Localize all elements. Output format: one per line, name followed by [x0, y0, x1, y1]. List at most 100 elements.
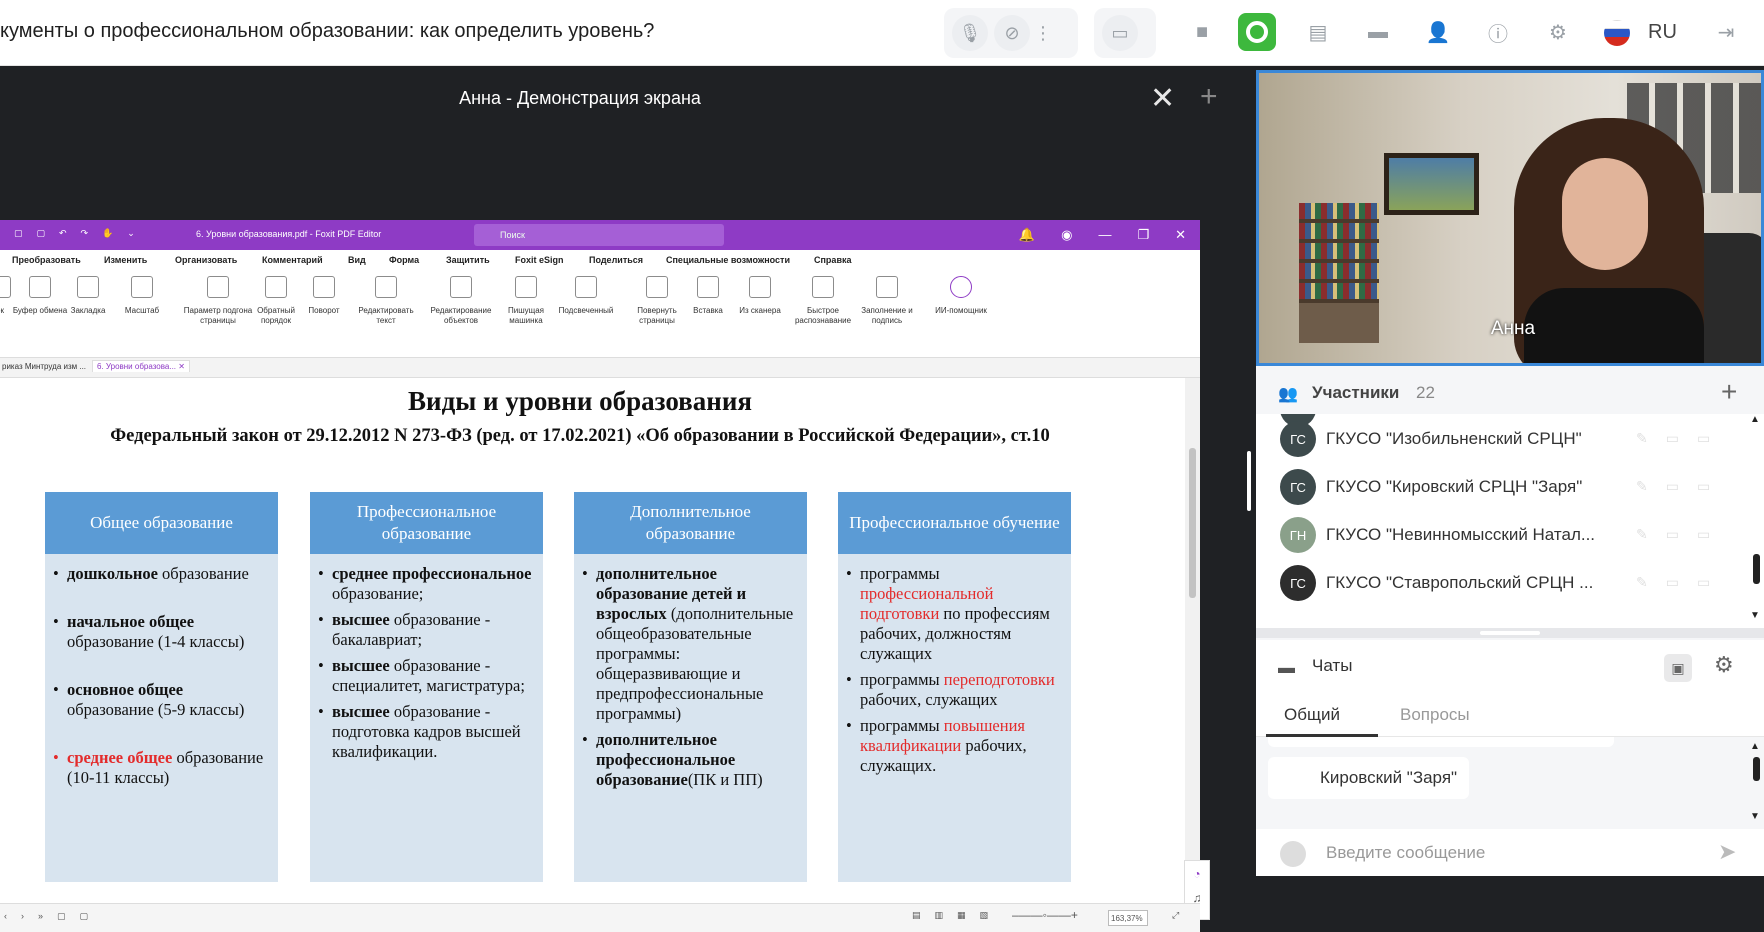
- right-panel: Анна 👥 Участники 22 + ГС ГКУСО "Изобильн…: [1256, 70, 1764, 876]
- user-settings-icon[interactable]: 👤: [1420, 14, 1456, 50]
- participants-count: 22: [1416, 383, 1435, 402]
- column-head: Общее образование: [45, 492, 278, 554]
- add-participant-icon[interactable]: +: [1721, 376, 1737, 408]
- ribbon-button[interactable]: Редактирование объектов: [426, 276, 496, 326]
- menu-item[interactable]: Foxit eSign: [515, 255, 564, 265]
- foxit-search-input[interactable]: Поиск: [474, 224, 724, 246]
- close-icon[interactable]: ✕: [1150, 84, 1175, 114]
- zoom-value[interactable]: 163,37%: [1108, 910, 1148, 926]
- folder-icon[interactable]: ▬: [1360, 14, 1396, 50]
- foxit-window: ▢▢↶↷✋⌄ 6. Уровни образования.pdf - Foxit…: [0, 220, 1210, 932]
- zoom-slider[interactable]: –——◦——+: [1012, 908, 1078, 922]
- more-options-icon[interactable]: ⋮: [1034, 15, 1052, 51]
- ribbon-button[interactable]: Поворот: [294, 276, 354, 316]
- scroll-up-icon[interactable]: ▲: [1750, 741, 1760, 752]
- doc-tab-active[interactable]: 6. Уровни образова... ✕: [92, 360, 190, 372]
- window-close-icon[interactable]: ✕: [1175, 227, 1186, 243]
- scroll-up-icon[interactable]: ▲: [1750, 414, 1760, 425]
- chat-input[interactable]: Введите сообщение: [1326, 843, 1485, 863]
- chat-scrollbar[interactable]: ▲ ▼: [1748, 737, 1764, 829]
- recording-button[interactable]: [1238, 13, 1276, 51]
- participant-status-icons: ✎▭▭: [1636, 478, 1729, 494]
- fullscreen-icon[interactable]: ⤢: [1172, 910, 1179, 921]
- chat-settings-icon[interactable]: ⚙: [1714, 652, 1734, 678]
- restore-icon[interactable]: ❐: [1137, 227, 1149, 243]
- column-head: Профессиональное образование: [310, 492, 543, 554]
- list-item[interactable]: ГС ГКУСО "Кировский СРЦН "Заря" ✎▭▭: [1256, 462, 1746, 510]
- zoom-icon: [131, 276, 153, 298]
- ribbon-button[interactable]: Быстрое распознавание: [788, 276, 858, 326]
- chat-export-icon[interactable]: ▣: [1664, 654, 1692, 682]
- ribbon-button[interactable]: Из сканера: [730, 276, 790, 316]
- notes-icon[interactable]: ▤: [1300, 14, 1336, 50]
- tab-general[interactable]: Общий: [1284, 705, 1340, 725]
- divider-handle[interactable]: [1480, 631, 1540, 635]
- tab-close-icon[interactable]: ✕: [178, 362, 185, 371]
- insert-icon: [697, 276, 719, 298]
- menu-item[interactable]: Преобразовать: [12, 255, 81, 265]
- scroll-down-icon[interactable]: ▼: [1750, 610, 1760, 621]
- scroll-down-icon[interactable]: ▼: [1750, 811, 1760, 822]
- pdf-page: Виды и уровни образования Федеральный за…: [0, 378, 1185, 903]
- microphone-off-icon[interactable]: 🎙: [952, 15, 988, 51]
- screen-share-off-icon[interactable]: ▭: [1102, 15, 1138, 51]
- splitter-handle[interactable]: [1247, 451, 1251, 511]
- stop-icon[interactable]: ■: [1184, 14, 1220, 50]
- camera-off-icon[interactable]: ⊘: [994, 15, 1030, 51]
- menu-item[interactable]: Вид: [348, 255, 366, 265]
- ribbon-button[interactable]: Закладка: [58, 276, 118, 316]
- minimize-icon[interactable]: —: [1098, 227, 1111, 243]
- menu-item[interactable]: Защитить: [446, 255, 490, 265]
- screen-share-area: Анна - Демонстрация экрана ✕ + ▢▢↶↷✋⌄ 6.…: [0, 70, 1242, 932]
- menu-item[interactable]: Справка: [814, 255, 851, 265]
- page-nav-icons[interactable]: ‹›»▢▢: [4, 911, 102, 922]
- foxit-status-bar: ‹›»▢▢ ▤▥▦▧ –——◦——+ 163,37% ⤢: [0, 903, 1200, 932]
- scroll-thumb[interactable]: [1189, 448, 1196, 598]
- gear-icon[interactable]: ⚙: [1540, 14, 1576, 50]
- pdf-scrollbar[interactable]: [1185, 378, 1200, 903]
- scroll-thumb[interactable]: [1753, 757, 1760, 781]
- foxit-ribbon: ок Буфер обмена Закладка Масштаб Парамет…: [0, 268, 1200, 358]
- menu-item[interactable]: Организовать: [175, 255, 237, 265]
- ai-chat-icon[interactable]: ◔: [1185, 867, 1209, 881]
- menu-item[interactable]: Поделиться: [589, 255, 643, 265]
- add-icon[interactable]: +: [1200, 80, 1218, 114]
- bookmark-icon: [77, 276, 99, 298]
- ribbon-button[interactable]: ИИ-помощник: [926, 276, 996, 316]
- participants-scrollbar[interactable]: ▲ ▼: [1748, 414, 1764, 628]
- scroll-thumb[interactable]: [1753, 554, 1760, 584]
- ribbon-button[interactable]: Редактировать текст: [356, 276, 416, 326]
- list-item[interactable]: ГС ГКУСО "Ставропольский СРЦН ... ✎▭▭: [1256, 558, 1746, 606]
- view-mode-icons[interactable]: ▤▥▦▧: [912, 910, 1002, 921]
- ribbon-button[interactable]: Пишущая машинка: [496, 276, 556, 326]
- bell-icon[interactable]: 🔔: [1019, 227, 1035, 243]
- info-icon[interactable]: ⓘ: [1480, 14, 1516, 50]
- exit-icon[interactable]: ⇥: [1708, 14, 1744, 50]
- doc-tab[interactable]: риказ Минтруда изм ...: [2, 362, 86, 371]
- ribbon-button[interactable]: Вставка: [678, 276, 738, 316]
- send-icon[interactable]: ➤: [1718, 839, 1736, 865]
- panel-divider[interactable]: [1256, 628, 1764, 638]
- menu-item[interactable]: Форма: [389, 255, 419, 265]
- emoji-icon[interactable]: [1280, 841, 1306, 867]
- ribbon-button[interactable]: Масштаб: [112, 276, 172, 316]
- menu-item[interactable]: Специальные возможности: [666, 255, 790, 265]
- menu-item[interactable]: Изменить: [104, 255, 147, 265]
- quick-access-icons[interactable]: ▢▢↶↷✋⌄: [14, 228, 149, 239]
- menu-item[interactable]: Комментарий: [262, 255, 323, 265]
- tab-questions[interactable]: Вопросы: [1400, 705, 1470, 725]
- list-item[interactable]: ГС ГКУСО "Изобильненский СРЦН" ✎▭▭: [1256, 414, 1746, 462]
- ribbon-button[interactable]: Заполнение и подпись: [857, 276, 917, 326]
- participants-title: Участники: [1312, 383, 1400, 402]
- language-label[interactable]: RU: [1648, 21, 1677, 44]
- list-item[interactable]: ГН ГКУСО "Невинномысский Натал... ✎▭▭: [1256, 510, 1746, 558]
- russia-flag-icon[interactable]: [1604, 20, 1630, 46]
- panel-splitter[interactable]: [1242, 66, 1256, 876]
- account-icon[interactable]: ◉: [1061, 227, 1072, 243]
- sign-icon: [876, 276, 898, 298]
- chat-icon: ▬: [1278, 658, 1295, 677]
- list-item: • дополнительное профессиональное образов…: [582, 730, 763, 789]
- ribbon-button[interactable]: Подсвеченный: [556, 276, 616, 316]
- video-tile[interactable]: Анна: [1256, 70, 1764, 366]
- chat-input-bar: Введите сообщение ➤: [1256, 829, 1764, 876]
